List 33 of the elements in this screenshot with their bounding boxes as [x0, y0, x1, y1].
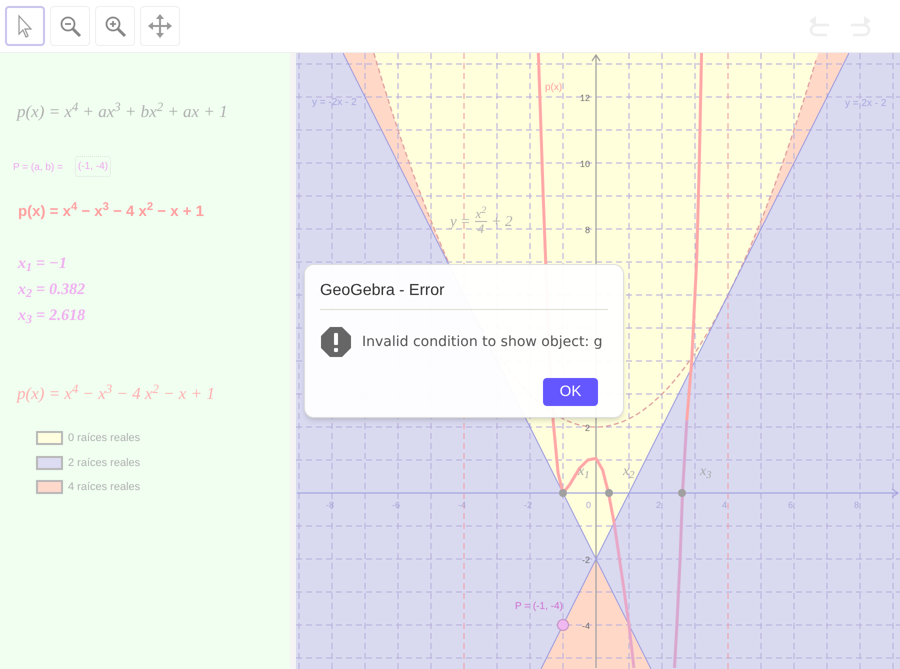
root-value: x$_{3}$ = 2.618 [18, 306, 86, 328]
axis-tick-label: 0 [586, 499, 592, 512]
legend-swatch[interactable] [36, 480, 63, 494]
parameter-point[interactable] [557, 619, 569, 631]
axis-tick-label: -4 [580, 620, 590, 633]
point-label: P = (-1, -4) [515, 600, 563, 614]
root-point[interactable] [559, 489, 567, 497]
legend-swatch[interactable] [36, 456, 63, 470]
root-value: x$_{2}$ = 0.382 [18, 280, 86, 302]
tool-button[interactable] [5, 6, 45, 46]
point-definition-label: P = (a, b) = [13, 161, 63, 175]
point-label: x$_{3}$ [700, 463, 712, 482]
legend-swatch[interactable] [36, 431, 63, 446]
move-arrows-icon [147, 13, 173, 39]
legend-label: 0 raíces reales [68, 431, 140, 446]
axis-tick-label: 8 [584, 224, 590, 237]
polynomial-formula: p(x) = x$^{4}$ + ax$^{3}$ + bx$^{2}$ + ax + 1 [17, 99, 228, 123]
legend-label: 4 raíces reales [68, 480, 140, 495]
polynomial-result: p(x) = x$^{4}$ − x$^{3}$ − 4 x$^{2}$ − x + 1 [18, 201, 204, 222]
error-message: Invalid condition to show object: g [362, 332, 602, 352]
axis-tick-label: 10 [578, 158, 590, 171]
function-label: p(x) [545, 81, 562, 95]
axis-tick-label: 12 [578, 92, 590, 105]
root-value: x$_{1}$ = −1 [18, 254, 67, 276]
axis-tick-label: -2 [580, 554, 590, 567]
dialog-title: GeoGebra - Error [320, 279, 608, 310]
root-point[interactable] [678, 489, 686, 497]
polynomial-formula: p(x) = x$^{4}$ − x$^{3}$ − 4 x$^{2}$ − x + 1 [17, 381, 215, 405]
point-label: x$_{1}$ [578, 463, 590, 482]
axis-tick-label: 2 [584, 422, 590, 435]
ok-button[interactable]: OK [543, 378, 598, 406]
warning-icon [320, 326, 352, 358]
legend-label: 2 raíces reales [68, 456, 140, 470]
